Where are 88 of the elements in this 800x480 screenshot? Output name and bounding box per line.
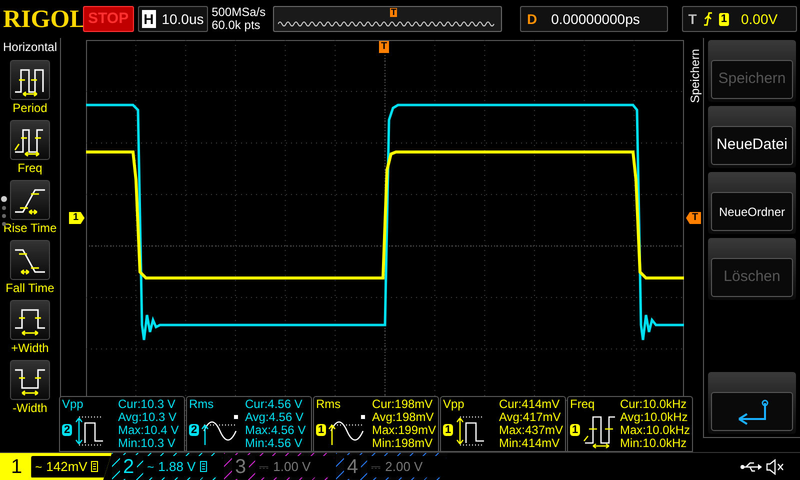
measurement-card[interactable]: Freq 1 Cur:10.0kHz Avg:10.0kHz Max:10.0kHz Min:10.0kHz bbox=[567, 396, 693, 452]
measurement-card[interactable]: Rms 2 Cur:4.56 V Avg:4.56 V Max:4.56 V Min:4.56 V bbox=[186, 396, 312, 452]
rising-edge-icon bbox=[702, 12, 713, 26]
measurement-value: Min:414mV bbox=[498, 437, 561, 450]
delay-value: 0.00000000ps bbox=[551, 10, 640, 29]
measurement-value: Min:198mV bbox=[372, 437, 434, 450]
memory-depth: 60.0k pts bbox=[212, 19, 262, 32]
measurement-name: Vpp bbox=[443, 397, 466, 411]
timebase-value: 10.0us bbox=[162, 10, 204, 28]
measurement-name: Rms bbox=[189, 397, 215, 411]
trigger-panel[interactable]: T 1 0.00V bbox=[682, 6, 797, 32]
coupling-symbol: ~ bbox=[147, 458, 154, 476]
measure-button[interactable] bbox=[10, 360, 50, 400]
channel-badge: 1 bbox=[570, 424, 580, 436]
timebase-panel[interactable]: H 10.0us bbox=[138, 6, 208, 32]
channel-scale: 2.00 V bbox=[385, 458, 423, 476]
measure-label: Rise Time bbox=[3, 220, 57, 236]
menu-title: Speichern bbox=[686, 48, 702, 104]
muted-speaker-icon bbox=[766, 458, 784, 474]
bandwidth-limit-icon bbox=[91, 461, 98, 472]
sample-rate: 500MSa/s bbox=[212, 6, 267, 19]
measurement-value: Avg:10.3 V bbox=[118, 411, 178, 424]
measure-button[interactable] bbox=[10, 180, 50, 220]
measurement-value: Avg:417mV bbox=[498, 411, 562, 424]
channel-scale: 1.00 V bbox=[273, 458, 311, 476]
channel-tab[interactable]: 2 ~ 1.88 V bbox=[112, 452, 224, 480]
coupling-symbol: ~ bbox=[35, 458, 42, 476]
measurement-value: Max:10.0kHz bbox=[620, 424, 690, 437]
channel-number: 3 bbox=[232, 454, 250, 478]
channel-tab[interactable]: 3 ⎓ 1.00 V bbox=[224, 452, 336, 480]
channel-badge: 1 bbox=[443, 424, 454, 436]
coupling-symbol: ⎓ bbox=[259, 458, 270, 476]
channel-marker: 1 bbox=[69, 212, 85, 224]
measure-label: Period bbox=[12, 100, 48, 116]
trigger-time-marker: T bbox=[379, 41, 390, 53]
measure-button[interactable] bbox=[10, 300, 50, 340]
channel-tab[interactable]: 4 ⎓ 2.00 V bbox=[336, 452, 448, 480]
measurement-value: Cur:414mV bbox=[498, 398, 561, 411]
channel-scale: 142mV bbox=[46, 458, 88, 476]
measure-label: Fall Time bbox=[6, 280, 54, 296]
trigger-level: 0.00V bbox=[740, 10, 778, 28]
measurement-value: Cur:4.56 V bbox=[245, 398, 304, 411]
measurement-value: Max:10.4 V bbox=[118, 424, 179, 437]
trigger-level-marker: T bbox=[686, 212, 702, 224]
measurement-value: Avg:198mV bbox=[372, 411, 435, 424]
channel-badge: 2 bbox=[189, 424, 200, 436]
measurement-value: Max:4.56 V bbox=[245, 424, 306, 437]
channel-number: 2 bbox=[120, 454, 138, 478]
measurement-card[interactable]: Rms 1 Cur:198mV Avg:198mV Max:199mV Min:198mV bbox=[313, 396, 439, 452]
measurement-value: Min:4.56 V bbox=[245, 437, 304, 450]
measure-label: -Width bbox=[12, 400, 48, 416]
channel-tab[interactable]: 1 ~ 142mV bbox=[0, 452, 112, 480]
menu-button[interactable]: NeueOrdner bbox=[708, 172, 796, 234]
measurement-value: Cur:198mV bbox=[372, 398, 434, 411]
measurement-value: Cur:10.3 V bbox=[118, 398, 176, 411]
measure-label: +Width bbox=[11, 340, 49, 356]
bandwidth-limit-icon bbox=[200, 461, 207, 472]
measurement-name: Vpp bbox=[62, 397, 84, 411]
measure-button[interactable] bbox=[10, 60, 50, 100]
trigger-position-marker: T bbox=[390, 8, 398, 17]
measurement-card[interactable]: Vpp 2 Cur:10.3 V Avg:10.3 V Max:10.4 V Min:10.3 V bbox=[59, 396, 185, 452]
menu-title: Horizontal bbox=[2, 39, 58, 56]
coupling-symbol: ⎓ bbox=[371, 458, 382, 476]
measurement-value: Avg:4.56 V bbox=[245, 411, 304, 424]
channel-badge: 1 bbox=[316, 424, 326, 436]
menu-button[interactable]: NeueDatei bbox=[708, 106, 796, 168]
channel-scale: 1.88 V bbox=[158, 458, 196, 476]
channel-badge: 2 bbox=[62, 424, 72, 436]
measure-button[interactable] bbox=[10, 120, 50, 160]
measure-button[interactable] bbox=[10, 240, 50, 280]
measure-label: Freq bbox=[18, 160, 42, 176]
measurement-name: Rms bbox=[316, 397, 342, 411]
measurement-value: Min:10.3 V bbox=[118, 437, 176, 450]
measurement-value: Min:10.0kHz bbox=[620, 437, 688, 450]
measurement-card[interactable]: Vpp 1 Cur:414mV Avg:417mV Max:437mV Min:414mV bbox=[440, 396, 566, 452]
channel-number: 4 bbox=[344, 454, 362, 478]
usb-icon bbox=[740, 460, 762, 472]
measurement-value: Avg:10.0kHz bbox=[620, 411, 689, 424]
back-button[interactable] bbox=[708, 372, 796, 434]
delay-panel[interactable]: D 0.00000000ps bbox=[520, 6, 668, 32]
horizontal-label: H bbox=[142, 10, 156, 28]
delay-label: D bbox=[527, 10, 538, 28]
trigger-label: T bbox=[688, 10, 697, 28]
trigger-source: 1 bbox=[718, 12, 729, 26]
measurement-value: Max:437mV bbox=[498, 424, 563, 437]
measurement-value: Max:199mV bbox=[372, 424, 436, 437]
measurement-name: Freq bbox=[570, 397, 596, 411]
measurement-value: Cur:10.0kHz bbox=[620, 398, 688, 411]
